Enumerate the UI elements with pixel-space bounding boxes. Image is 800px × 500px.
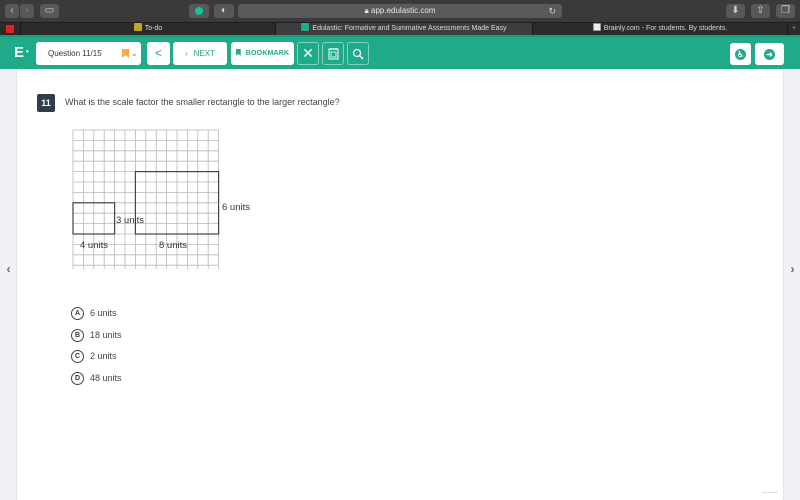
url-text: app.edulastic.com bbox=[371, 6, 436, 15]
option-c-label: 2 units bbox=[90, 351, 117, 361]
logo-dot: • bbox=[26, 47, 29, 56]
left-rail: ‹ bbox=[0, 69, 17, 500]
chevron-left-icon: < bbox=[154, 46, 162, 60]
download-icon: ⬇ bbox=[731, 5, 740, 16]
right-rail: › bbox=[783, 69, 800, 500]
question-figure: 3 units 4 units 6 units 8 units bbox=[72, 129, 250, 277]
small-rect-height-label: 3 units bbox=[116, 215, 144, 226]
bookmark-label: BOOKMARK bbox=[245, 50, 290, 57]
downloads-button[interactable]: ⬇ bbox=[726, 4, 745, 18]
notepad-icon bbox=[328, 48, 338, 60]
tab-bar: To-do Edulastic: Formative and Summative… bbox=[0, 22, 800, 36]
app-header: E • Question 11/15 ⌄ < › NEXT BOOKMARK ✕ ♿… bbox=[0, 35, 800, 69]
chevron-right-icon: › bbox=[184, 49, 188, 58]
share-button[interactable]: ⇪ bbox=[751, 4, 770, 18]
shield-icon: ◐ bbox=[220, 5, 228, 16]
option-d-label: 48 units bbox=[90, 373, 122, 383]
option-c[interactable]: C 2 units bbox=[71, 349, 117, 363]
chevron-down-icon: ⌄ bbox=[131, 49, 138, 58]
brainly-icon bbox=[592, 23, 601, 31]
option-a-label: 6 units bbox=[90, 308, 117, 318]
address-bar[interactable]: 🔒︎ app.edulastic.com ↻ bbox=[238, 4, 562, 18]
bookmark-button[interactable]: BOOKMARK bbox=[231, 42, 294, 65]
sidebar-toggle-button[interactable]: ▭ bbox=[40, 4, 59, 18]
classroom-icon bbox=[133, 23, 142, 31]
option-a-letter: A bbox=[71, 306, 84, 320]
tab-overview-button[interactable]: ❐ bbox=[776, 4, 795, 18]
option-d[interactable]: D 48 units bbox=[71, 371, 122, 385]
youtube-icon bbox=[6, 25, 14, 33]
option-c-letter: C bbox=[71, 349, 84, 363]
previous-question-arrow[interactable]: ‹ bbox=[0, 262, 17, 276]
exit-icon: ➜ bbox=[764, 49, 775, 60]
magnifier-button[interactable] bbox=[347, 42, 369, 65]
privacy-extension-button[interactable]: ◐ bbox=[214, 4, 234, 18]
bookmark-icon bbox=[235, 49, 241, 56]
grammarly-icon bbox=[195, 7, 203, 15]
next-label: NEXT bbox=[193, 49, 215, 58]
question-text: What is the scale factor the smaller rec… bbox=[65, 97, 340, 107]
question-selector-label: Question 11/15 bbox=[48, 49, 102, 58]
edulastic-logo[interactable]: E • bbox=[14, 44, 29, 61]
close-icon: ✕ bbox=[302, 45, 314, 61]
reload-icon[interactable]: ↻ bbox=[548, 4, 556, 18]
small-rect-width-label: 4 units bbox=[80, 240, 108, 251]
search-icon bbox=[352, 48, 364, 60]
scroll-indicator bbox=[762, 489, 778, 493]
edulastic-icon bbox=[301, 23, 310, 31]
lock-icon: 🔒︎ bbox=[364, 6, 369, 15]
option-b-label: 18 units bbox=[90, 330, 122, 340]
browser-toolbar: ‹ › ▭ ◐ 🔒︎ app.edulastic.com ↻ ⬇ ⇪ ❐ bbox=[0, 0, 800, 22]
large-rect-width-label: 8 units bbox=[159, 240, 187, 251]
option-a[interactable]: A 6 units bbox=[71, 306, 117, 320]
accessibility-button[interactable]: ♿︎ bbox=[730, 43, 751, 65]
question-number-badge: 11 bbox=[37, 94, 55, 112]
back-button[interactable]: ‹ bbox=[5, 4, 19, 18]
calculator-button[interactable] bbox=[322, 42, 344, 65]
share-icon: ⇪ bbox=[756, 5, 765, 16]
large-rect-height-label: 6 units bbox=[222, 202, 250, 213]
tabs-icon: ❐ bbox=[781, 5, 790, 16]
accessibility-icon: ♿︎ bbox=[735, 49, 746, 60]
option-d-letter: D bbox=[71, 371, 84, 385]
exit-button[interactable]: ➜ bbox=[755, 43, 784, 65]
option-b[interactable]: B 18 units bbox=[71, 328, 122, 342]
next-question-arrow[interactable]: › bbox=[784, 262, 800, 276]
option-b-letter: B bbox=[71, 328, 84, 342]
answer-eliminator-button[interactable]: ✕ bbox=[297, 42, 319, 65]
next-button[interactable]: › NEXT bbox=[173, 42, 227, 65]
bookmark-flag-icon bbox=[122, 49, 129, 58]
question-selector[interactable]: Question 11/15 ⌄ bbox=[36, 42, 141, 65]
grammarly-extension-button[interactable] bbox=[189, 4, 209, 18]
forward-button[interactable]: › bbox=[20, 4, 34, 18]
previous-button[interactable]: < bbox=[147, 42, 170, 65]
